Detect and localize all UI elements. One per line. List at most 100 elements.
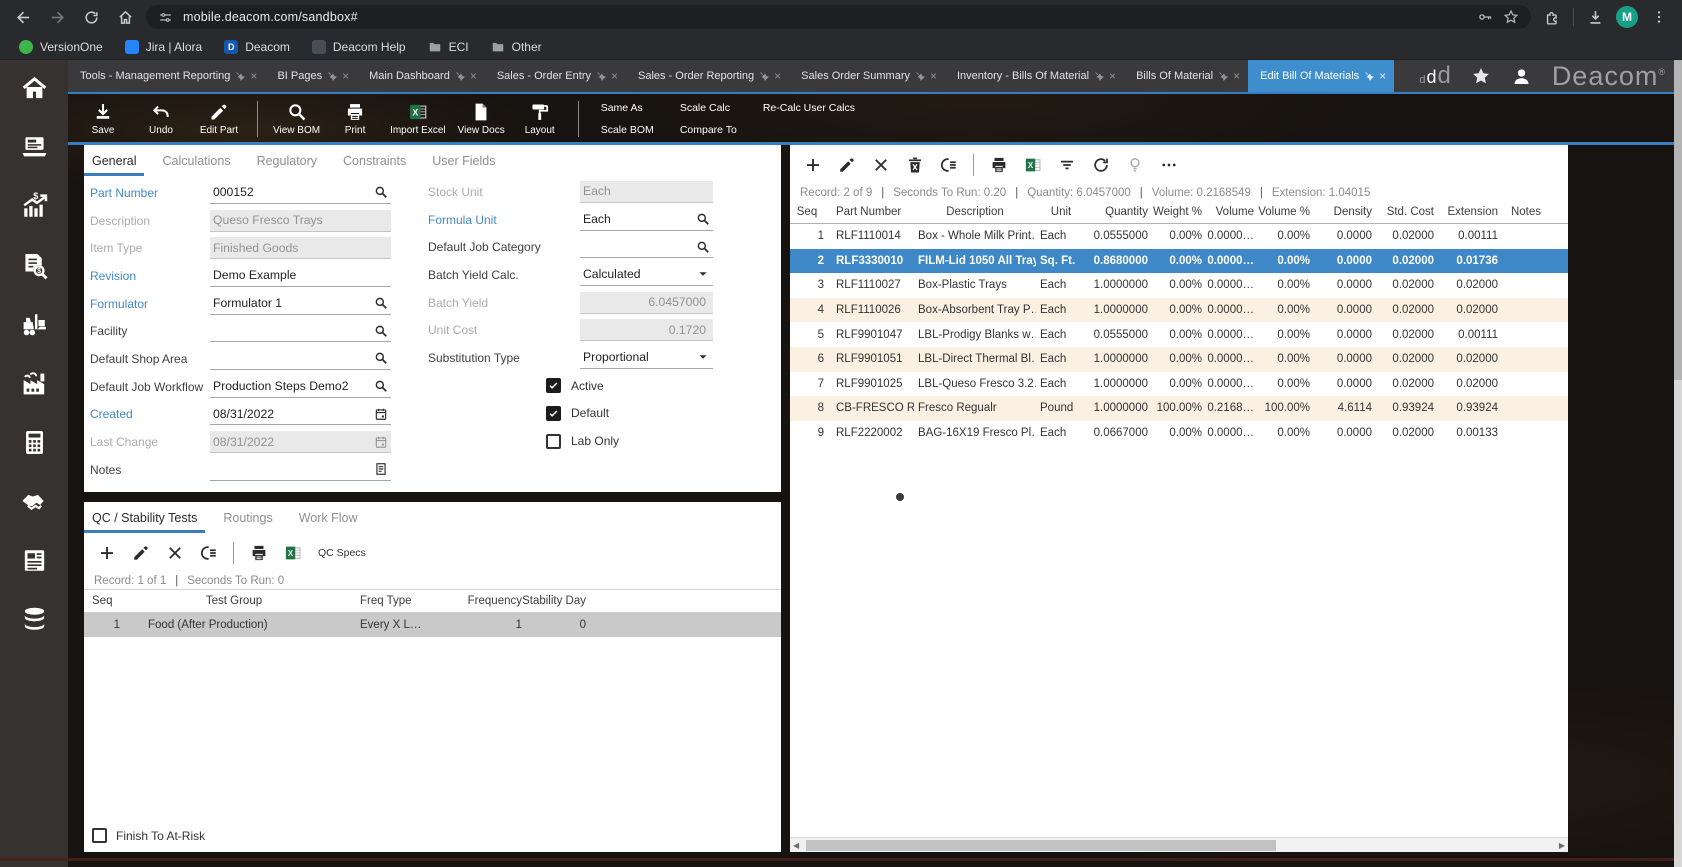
- qc-printer-button[interactable]: [246, 541, 271, 566]
- toolbar-compare-to-button[interactable]: Compare To: [680, 124, 737, 136]
- column-header-part-number[interactable]: Part Number: [826, 206, 914, 218]
- bookmark-jira-alora[interactable]: Jira | Alora: [114, 34, 213, 59]
- qc-tab-routings[interactable]: Routings: [223, 502, 272, 533]
- toolbar-re-calc-user-calcs-button[interactable]: Re-Calc User Calcs: [763, 102, 855, 114]
- toolbar-import-excel-button[interactable]: X Import Excel: [384, 102, 452, 136]
- qc-specs-button[interactable]: QC Specs: [318, 547, 366, 559]
- tab-close-icon[interactable]: ×: [470, 70, 477, 82]
- qc-copylist-button[interactable]: [196, 541, 221, 566]
- bookmark-other[interactable]: Other: [480, 34, 553, 59]
- sidebar-item-dashboard[interactable]: [17, 132, 51, 162]
- table-row[interactable]: 3 RLF1110027 Box-Plastic Trays Each 1.000000…: [790, 273, 1568, 298]
- bom-more-button[interactable]: [1156, 153, 1181, 178]
- form-tab-constraints[interactable]: Constraints: [343, 145, 406, 176]
- column-header-unit[interactable]: Unit: [1036, 206, 1086, 218]
- tab-close-icon[interactable]: ×: [774, 70, 781, 82]
- download-icon[interactable]: [1582, 4, 1608, 30]
- tab-bills-of-material[interactable]: Bills Of Material ×: [1124, 60, 1248, 92]
- field-input-revision[interactable]: Demo Example: [210, 265, 391, 287]
- toolbar-scale-bom-button[interactable]: Scale BOM: [601, 124, 654, 136]
- column-header-frequency[interactable]: Frequency: [456, 595, 522, 607]
- column-header-quantity[interactable]: Quantity: [1086, 206, 1148, 218]
- bom-close-button[interactable]: [868, 153, 893, 178]
- tab-close-icon[interactable]: ×: [1109, 70, 1116, 82]
- menu-kebab-icon[interactable]: [1646, 4, 1672, 30]
- pin-icon[interactable]: [759, 71, 770, 81]
- address-bar[interactable]: mobile.deacom.com/sandbox#: [146, 5, 1531, 29]
- toolbar-print-button[interactable]: Print: [326, 102, 384, 136]
- field-input-default-shop-area[interactable]: [210, 348, 391, 370]
- table-row[interactable]: 5 RLF9901047 LBL-Prodigy Blanks w… Each 0.05…: [790, 322, 1568, 347]
- field-input-batch-yield-calc[interactable]: Calculated: [580, 264, 713, 286]
- tab-close-icon[interactable]: ×: [342, 70, 349, 82]
- tab-bi-pages[interactable]: BI Pages ×: [265, 60, 357, 92]
- bom-bulb-button[interactable]: [1122, 153, 1147, 178]
- active-checkbox[interactable]: [546, 378, 561, 394]
- field-input-created[interactable]: 08/31/2022: [210, 403, 391, 426]
- lab-only-checkbox[interactable]: [546, 433, 561, 449]
- column-header-freq-type[interactable]: Freq Type: [346, 595, 456, 607]
- column-header-std-cost[interactable]: Std. Cost: [1372, 206, 1434, 218]
- scrollbar-thumb[interactable]: [806, 840, 1276, 851]
- qc-add-button[interactable]: [94, 541, 119, 566]
- horizontal-scrollbar[interactable]: ◀ ▶: [790, 837, 1568, 852]
- bom-refresh-button[interactable]: [1088, 153, 1113, 178]
- scroll-right-arrow-icon[interactable]: ▶: [1559, 839, 1565, 852]
- checkbox-row-lab-only[interactable]: Lab Only: [428, 427, 713, 455]
- sidebar-item-sales[interactable]: $: [17, 191, 51, 221]
- tab-edit-bill-of-materials[interactable]: Edit Bill Of Materials ×: [1248, 60, 1395, 92]
- toolbar-undo-button[interactable]: Undo: [132, 102, 190, 136]
- column-header-notes[interactable]: Notes: [1498, 206, 1554, 218]
- tab-inventory-bills-of-material[interactable]: Inventory - Bills Of Material ×: [945, 60, 1124, 92]
- profile-avatar[interactable]: M: [1616, 6, 1638, 28]
- column-header-weight[interactable]: Weight %: [1148, 206, 1202, 218]
- tab-tools-management-reporting[interactable]: Tools - Management Reporting ×: [68, 60, 265, 92]
- toolbar-scale-calc-button[interactable]: Scale Calc: [680, 102, 737, 114]
- toolbar-view-bom-button[interactable]: View BOM: [267, 102, 326, 136]
- bom-printer-button[interactable]: [986, 153, 1011, 178]
- search-icon[interactable]: [374, 324, 388, 338]
- bom-excel-button[interactable]: X: [1020, 153, 1045, 178]
- sidebar-item-production[interactable]: [17, 368, 51, 398]
- field-input-formulator[interactable]: Formulator 1: [210, 293, 391, 315]
- qc-close-button[interactable]: [162, 541, 187, 566]
- tab-close-icon[interactable]: ×: [930, 70, 937, 82]
- sidebar-item-home[interactable]: [17, 73, 51, 103]
- pin-icon[interactable]: [235, 71, 246, 81]
- site-settings-icon[interactable]: [158, 10, 173, 25]
- column-header-extension[interactable]: Extension: [1434, 206, 1498, 218]
- search-icon[interactable]: [374, 351, 388, 365]
- reload-icon[interactable]: [78, 4, 104, 30]
- field-input-default-job-category[interactable]: [580, 236, 713, 259]
- bom-copylist-button[interactable]: [936, 153, 961, 178]
- search-icon[interactable]: [696, 212, 710, 226]
- home-icon[interactable]: [112, 4, 138, 30]
- qc-excel-button[interactable]: X: [280, 541, 305, 566]
- column-header-density[interactable]: Density: [1310, 206, 1372, 218]
- checkbox-row-active[interactable]: Active: [428, 372, 713, 400]
- field-input-part-number[interactable]: 000152: [210, 182, 391, 204]
- sidebar-item-purchasing[interactable]: $: [17, 250, 51, 280]
- column-header-description[interactable]: Description: [914, 206, 1036, 218]
- table-row[interactable]: 1 RLF1110014 Box - Whole Milk Print… Each 0.…: [790, 224, 1568, 249]
- toolbar-same-as-button[interactable]: Same As: [601, 102, 654, 114]
- column-header-seq[interactable]: Seq: [790, 206, 826, 218]
- pin-icon[interactable]: [915, 71, 925, 81]
- form-tab-general[interactable]: General: [83, 145, 146, 176]
- pin-icon[interactable]: [455, 71, 465, 81]
- toolbar-layout-button[interactable]: Layout: [511, 102, 569, 136]
- bom-pencil-button[interactable]: [834, 153, 859, 178]
- bom-filter-button[interactable]: [1054, 153, 1079, 178]
- calendar-icon[interactable]: [374, 407, 388, 421]
- table-row[interactable]: 6 RLF9901051 LBL-Direct Thermal Bl… Each 1.0…: [790, 346, 1568, 372]
- search-icon[interactable]: [374, 185, 388, 199]
- field-input-formula-unit[interactable]: Each: [580, 209, 713, 231]
- pin-icon[interactable]: [1218, 71, 1229, 81]
- table-row[interactable]: 4 RLF1110026 Box-Absorbent Tray P… Each 1.00…: [790, 297, 1568, 323]
- search-icon[interactable]: [696, 240, 710, 254]
- pin-icon[interactable]: [596, 71, 606, 81]
- font-size-control[interactable]: ddd: [1419, 62, 1451, 90]
- bookmark-deacom[interactable]: D Deacom: [213, 34, 301, 59]
- column-header-volume[interactable]: Volume: [1202, 206, 1254, 218]
- bookmark-deacom-help[interactable]: Deacom Help: [301, 34, 417, 59]
